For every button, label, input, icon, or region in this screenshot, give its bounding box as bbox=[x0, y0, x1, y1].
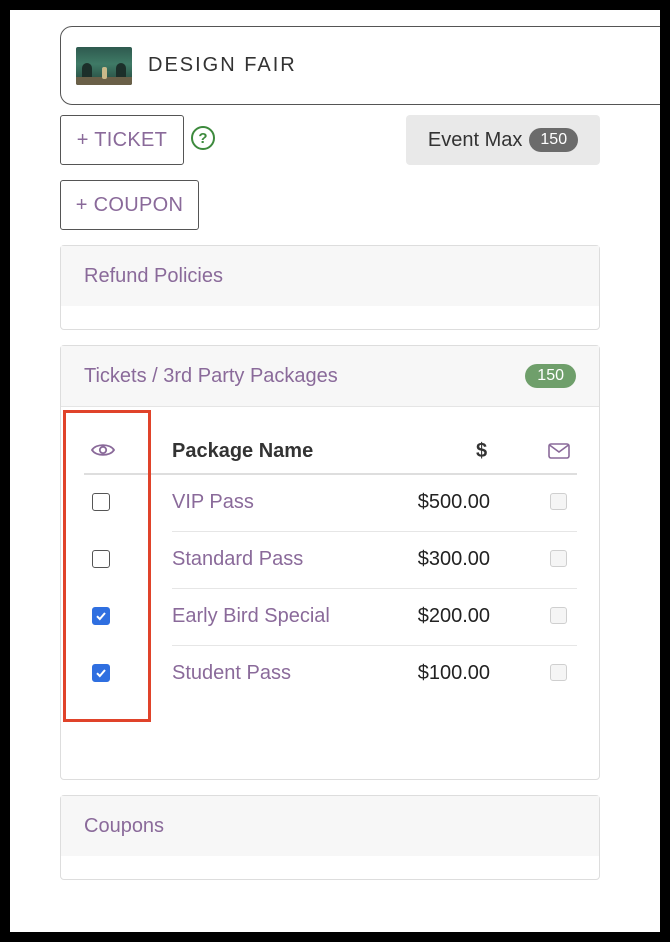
event-max-label: Event Max bbox=[427, 128, 523, 151]
help-icon[interactable]: ? bbox=[191, 126, 215, 150]
check-icon bbox=[96, 612, 106, 621]
column-header-package-name: Package Name bbox=[172, 440, 314, 462]
coupons-header[interactable]: Coupons bbox=[61, 796, 599, 856]
refund-policies-panel: Refund Policies bbox=[60, 245, 600, 330]
event-name: DESIGN FAIR bbox=[148, 54, 297, 76]
email-checkbox[interactable] bbox=[550, 607, 567, 624]
tickets-panel: Tickets / 3rd Party Packages 150 Package… bbox=[60, 345, 600, 780]
package-price: $100.00 bbox=[417, 662, 490, 684]
email-checkbox[interactable] bbox=[550, 550, 567, 567]
package-name-link[interactable]: Student Pass bbox=[172, 662, 291, 685]
tickets-title: Tickets / 3rd Party Packages bbox=[84, 364, 338, 387]
check-icon bbox=[96, 669, 106, 678]
page-frame: DESIGN FAIR + TICKET ? + COUPON Event Ma… bbox=[10, 10, 660, 932]
table-row: VIP Pass $500.00 bbox=[61, 475, 601, 532]
coupons-title: Coupons bbox=[84, 814, 165, 837]
refund-policies-header[interactable]: Refund Policies bbox=[61, 246, 599, 306]
column-header-price: $ bbox=[476, 440, 488, 462]
eye-icon bbox=[91, 444, 115, 456]
package-price: $500.00 bbox=[417, 491, 490, 513]
table-row: Early Bird Special $200.00 bbox=[61, 589, 601, 646]
event-max-indicator: Event Max 150 bbox=[406, 115, 600, 165]
tickets-count-badge: 150 bbox=[525, 364, 576, 388]
table-header-row: Package Name $ bbox=[61, 407, 601, 475]
add-coupon-button[interactable]: + COUPON bbox=[60, 180, 199, 230]
refund-policies-title: Refund Policies bbox=[84, 264, 223, 287]
coupons-panel: Coupons bbox=[60, 795, 600, 880]
table-row: Student Pass $100.00 bbox=[61, 646, 601, 703]
email-checkbox[interactable] bbox=[550, 664, 567, 681]
table-row: Standard Pass $300.00 bbox=[61, 532, 601, 589]
package-price: $300.00 bbox=[417, 548, 490, 570]
visibility-checkbox[interactable] bbox=[92, 493, 110, 511]
package-name-link[interactable]: Early Bird Special bbox=[172, 605, 330, 628]
visibility-checkbox[interactable] bbox=[92, 607, 110, 625]
visibility-checkbox[interactable] bbox=[92, 550, 110, 568]
package-name-link[interactable]: Standard Pass bbox=[172, 548, 303, 571]
visibility-checkbox[interactable] bbox=[92, 664, 110, 682]
event-header-card: DESIGN FAIR bbox=[60, 26, 660, 105]
email-checkbox[interactable] bbox=[550, 493, 567, 510]
event-thumbnail bbox=[76, 46, 132, 85]
mail-icon bbox=[548, 443, 570, 459]
add-ticket-button[interactable]: + TICKET bbox=[60, 115, 184, 165]
package-name-link[interactable]: VIP Pass bbox=[172, 491, 254, 514]
package-price: $200.00 bbox=[417, 605, 490, 627]
event-max-badge: 150 bbox=[529, 128, 579, 152]
tickets-header[interactable]: Tickets / 3rd Party Packages 150 bbox=[61, 346, 599, 407]
